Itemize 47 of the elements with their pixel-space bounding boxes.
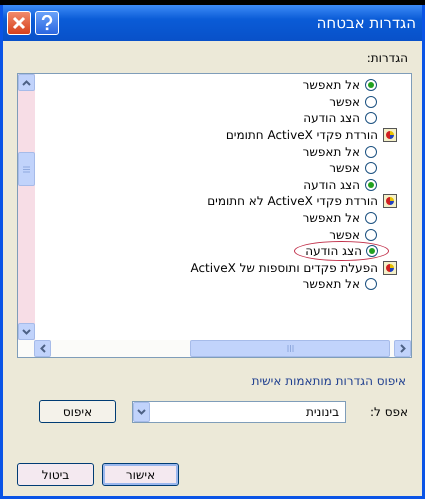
settings-label: הגדרות: bbox=[366, 50, 408, 67]
category-label: הורדת פקדי ActiveX חתומים bbox=[226, 127, 378, 144]
window-title: הגדרות אבטחה bbox=[316, 12, 416, 34]
ok-button[interactable]: אישור bbox=[102, 463, 179, 486]
radio-button[interactable] bbox=[365, 278, 377, 290]
horizontal-scrollbar[interactable] bbox=[18, 340, 411, 357]
option-label[interactable]: הצג הודעה bbox=[303, 109, 360, 128]
security-level-dropdown[interactable]: בינונית bbox=[132, 400, 346, 422]
scroll-thumb[interactable] bbox=[18, 152, 35, 186]
option-label[interactable]: אל תאפשר bbox=[302, 76, 360, 94]
help-button[interactable] bbox=[35, 11, 59, 35]
option-label[interactable]: הצג הודעה bbox=[305, 242, 362, 260]
radio-button[interactable] bbox=[365, 146, 377, 158]
help-icon[interactable] bbox=[41, 15, 53, 31]
scroll-thumb[interactable] bbox=[190, 340, 390, 357]
category-label: הורדת פקדי ActiveX לא חתומים bbox=[207, 193, 378, 210]
vertical-scrollbar[interactable] bbox=[18, 74, 35, 340]
close-button[interactable] bbox=[7, 11, 31, 35]
scroll-right-icon[interactable] bbox=[394, 340, 411, 357]
reset-to-label: אפס ל: bbox=[370, 404, 408, 420]
settings-page-icon bbox=[383, 194, 397, 208]
radio-button[interactable] bbox=[365, 162, 377, 174]
scroll-down-icon[interactable] bbox=[18, 323, 35, 340]
settings-page-icon bbox=[383, 260, 397, 275]
option-label[interactable]: אל תאפשר bbox=[302, 209, 360, 228]
radio-button[interactable] bbox=[365, 178, 377, 191]
radio-button[interactable] bbox=[366, 245, 378, 258]
reset-button[interactable]: איפוס bbox=[39, 400, 116, 423]
option-label[interactable]: אפשר bbox=[329, 226, 360, 244]
close-icon[interactable] bbox=[12, 16, 26, 30]
scroll-up-icon[interactable] bbox=[18, 74, 35, 91]
radio-button[interactable] bbox=[365, 112, 377, 124]
option-label[interactable]: הצג הודעה bbox=[303, 176, 360, 194]
radio-button[interactable] bbox=[365, 228, 377, 241]
option-label[interactable]: אפשר bbox=[329, 92, 360, 111]
option-label[interactable]: אל תאפשר bbox=[302, 142, 360, 161]
cancel-button[interactable]: ביטול bbox=[17, 463, 94, 486]
radio-button[interactable] bbox=[365, 212, 377, 224]
scroll-left-icon[interactable] bbox=[34, 340, 51, 357]
option-label[interactable]: אפשר bbox=[329, 159, 360, 178]
dropdown-value: בינונית bbox=[306, 404, 340, 420]
option-label[interactable]: אל תאפשר bbox=[302, 275, 360, 294]
radio-button[interactable] bbox=[365, 96, 377, 108]
settings-page-icon bbox=[383, 128, 397, 142]
group-title: איפוס הגדרות מותאמות אישית bbox=[250, 373, 406, 390]
category-label: הפעלת פקדים ותוספות של ActiveX bbox=[190, 260, 378, 277]
radio-button[interactable] bbox=[365, 79, 377, 92]
